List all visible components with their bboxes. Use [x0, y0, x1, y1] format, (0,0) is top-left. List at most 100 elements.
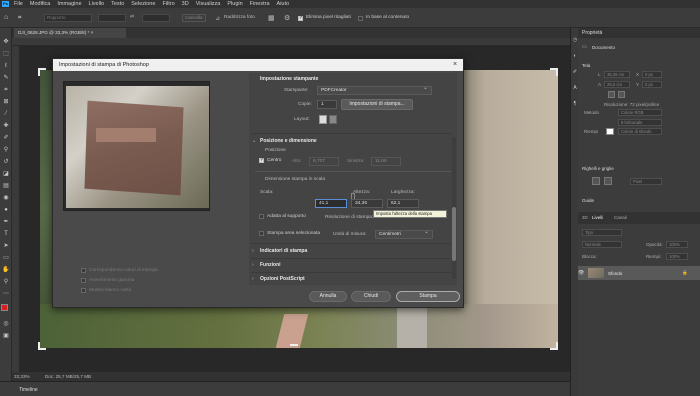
dodge-tool-icon[interactable]: ● [2, 206, 10, 214]
fill-opacity-field[interactable]: 100% [666, 253, 688, 260]
guides-label[interactable]: Guide [582, 198, 594, 203]
move-tool-icon[interactable]: ✥ [2, 38, 10, 46]
menu-filtro[interactable]: Filtro [162, 1, 174, 7]
eyedropper-tool-icon[interactable]: ⁄ [2, 110, 10, 118]
position-section-title[interactable]: Posizione e dimensione [260, 138, 317, 144]
rulers-grids-label[interactable]: Righelli e griglie [582, 166, 614, 171]
home-icon[interactable]: ⌂ [4, 14, 14, 22]
portrait-orientation-icon[interactable] [608, 91, 615, 98]
straighten-label[interactable]: Raddrizza foto [224, 15, 255, 20]
functions-chevron-icon[interactable]: › [252, 262, 254, 268]
width-field[interactable] [98, 14, 126, 22]
brush-tool-icon[interactable]: ✐ [2, 134, 10, 142]
shape-tool-icon[interactable]: ▭ [2, 254, 10, 262]
print-marks-section[interactable]: Indicatori di stampa [260, 248, 307, 254]
menu-plugin[interactable]: Plugin [227, 1, 242, 7]
clone-stamp-tool-icon[interactable]: ⚲ [2, 146, 10, 154]
settings-scrollbar-thumb[interactable] [452, 207, 456, 261]
dialog-close-icon[interactable]: × [450, 59, 460, 71]
opacity-field[interactable]: 100% [666, 241, 688, 248]
tab-layers[interactable]: Livelli [592, 215, 603, 220]
gamut-warning-checkbox[interactable]: Avvertimento gamma [81, 278, 134, 283]
left-field[interactable]: 11,68 [371, 157, 401, 166]
healing-brush-tool-icon[interactable]: ✚ [2, 122, 10, 130]
document-info[interactable]: Doc: 25,7 MB/25,7 MB [45, 374, 91, 379]
quick-mask-icon[interactable]: ◎ [2, 320, 10, 328]
document-tab-close-icon[interactable]: × [91, 30, 94, 35]
history-brush-tool-icon[interactable]: ↺ [2, 158, 10, 166]
eraser-tool-icon[interactable]: ◪ [2, 170, 10, 178]
ruler-toggle-icon[interactable] [592, 177, 600, 185]
zoom-tool-icon[interactable]: ⚲ [2, 278, 10, 286]
quick-select-tool-icon[interactable]: ✎ [2, 74, 10, 82]
crop-tool-icon[interactable]: ⌗ [18, 14, 30, 22]
menu-modifica[interactable]: Modifica [30, 1, 50, 7]
mode-select[interactable]: Colore RGB [618, 109, 662, 116]
swap-icon[interactable]: ⇄ [130, 14, 134, 20]
done-button[interactable]: Chiudi [351, 291, 391, 302]
match-colors-checkbox[interactable]: Corrispondenza colori di stampa [81, 268, 158, 273]
functions-section[interactable]: Funzioni [260, 262, 281, 268]
proportion-select[interactable]: Rapporto [44, 14, 92, 22]
content-aware-checkbox[interactable] [358, 16, 363, 21]
vertical-ruler[interactable] [12, 46, 20, 372]
units-select[interactable]: Centimetri [375, 229, 433, 239]
canvas-width-field[interactable]: 35,25 cm [604, 71, 630, 78]
scale-field[interactable]: 41,1 [315, 199, 347, 208]
properties-tab[interactable]: Proprietà [582, 30, 602, 36]
more-tools-icon[interactable]: ⋯ [2, 290, 10, 298]
postscript-chevron-icon[interactable]: › [252, 276, 254, 282]
landscape-layout-icon[interactable] [329, 115, 337, 124]
menu-3d[interactable]: 3D [182, 1, 189, 7]
position-section-chevron-icon[interactable]: ⌄ [252, 138, 256, 144]
tab-3d[interactable]: 3D [582, 215, 588, 220]
landscape-orientation-icon[interactable] [618, 91, 625, 98]
timeline-label[interactable]: Timeline [19, 387, 38, 393]
zoom-level[interactable]: 33,33% [14, 374, 30, 379]
menu-immagine[interactable]: Immagine [57, 1, 81, 7]
crop-handle-bottom-right[interactable] [550, 342, 558, 350]
print-marks-chevron-icon[interactable]: › [252, 248, 254, 254]
document-tab[interactable]: DJI_0628.JPG @ 33,3% (RGB/8) * × [14, 28, 126, 38]
photoshop-logo-icon[interactable]: Ps [2, 1, 9, 7]
postscript-section[interactable]: Opzioni PostScript [260, 276, 305, 282]
menu-file[interactable]: File [14, 1, 23, 7]
paper-white-checkbox[interactable]: Mostra bianco carta [81, 288, 131, 293]
blur-tool-icon[interactable]: ◉ [2, 194, 10, 202]
horizontal-ruler[interactable] [12, 38, 570, 46]
canvas-x-field[interactable]: 0 px [642, 71, 662, 78]
pen-tool-icon[interactable]: ✒ [2, 218, 10, 226]
menu-livello[interactable]: Livello [89, 1, 105, 7]
type-tool-icon[interactable]: T [2, 230, 10, 238]
crop-handle-top-left[interactable] [38, 68, 46, 76]
print-button[interactable]: Stampa [396, 291, 460, 302]
layer-name[interactable]: Sfondo [608, 271, 622, 276]
foreground-color-swatch[interactable] [1, 304, 8, 311]
blend-mode-select[interactable]: Normale [582, 241, 622, 248]
menu-finestra[interactable]: Finestra [250, 1, 270, 7]
grid-toggle-icon[interactable] [604, 177, 612, 185]
crop-handle-top-right[interactable] [550, 68, 558, 76]
marquee-tool-icon[interactable]: ⬚ [2, 50, 10, 58]
link-proportions-icon[interactable] [351, 193, 355, 199]
screen-mode-icon[interactable]: ▣ [2, 332, 10, 340]
canvas-section-label[interactable]: Tela [582, 63, 590, 68]
overlay-grid-icon[interactable]: ▦ [268, 14, 275, 22]
crop-handle-bottom[interactable] [290, 344, 298, 346]
lasso-tool-icon[interactable]: ℓ [2, 62, 10, 70]
printer-select[interactable]: PDFCreator [317, 85, 432, 95]
tab-channels[interactable]: Canali [614, 215, 627, 220]
top-field[interactable]: 6,707 [309, 157, 339, 166]
height-field[interactable] [142, 14, 170, 22]
layer-filter-select[interactable]: Tipo [582, 229, 622, 236]
fill-select[interactable]: Colore di sfondo [618, 128, 662, 135]
menu-visualizza[interactable]: Visualizza [196, 1, 221, 7]
cancel-button[interactable]: Annulla [309, 291, 347, 302]
print-settings-button[interactable]: Impostazioni di stampa... [341, 99, 413, 110]
delete-cropped-checkbox[interactable] [298, 15, 303, 21]
bits-select[interactable]: 8 bit/canale [618, 119, 662, 126]
width-print-field[interactable]: 62,1 [387, 199, 419, 208]
height-print-field[interactable]: 34,36 [351, 199, 383, 208]
print-selected-area-checkbox[interactable]: Stampa area selezionata [259, 231, 320, 236]
straighten-icon[interactable]: ⊿ [215, 15, 220, 22]
